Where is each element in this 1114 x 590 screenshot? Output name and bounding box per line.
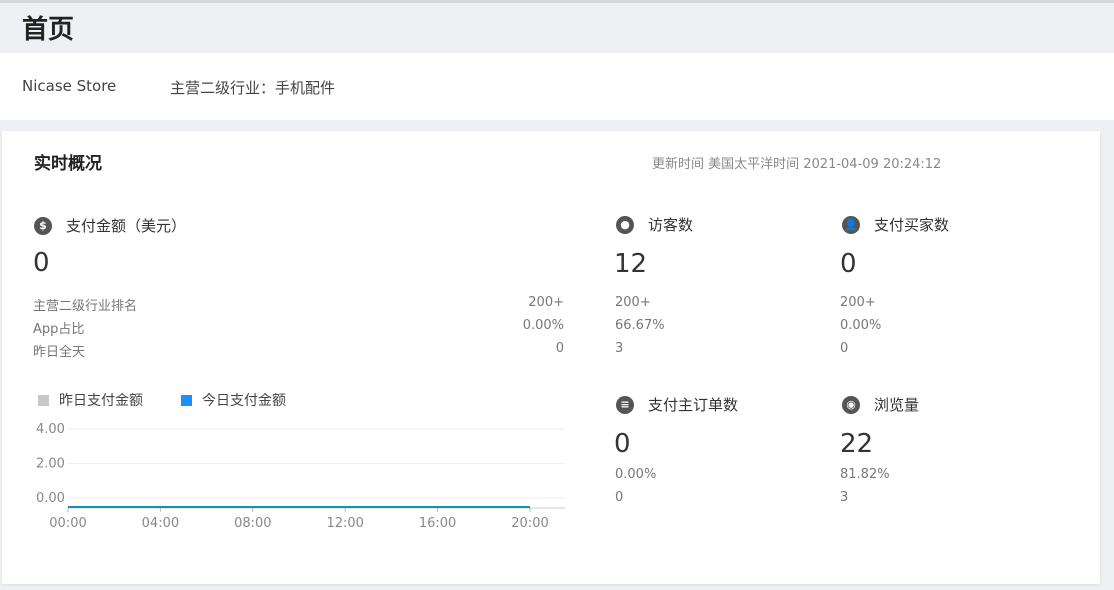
x-tick-label: 12:00: [326, 516, 363, 531]
orders-stat-share: 0.00%: [615, 467, 657, 482]
payment-trend-chart: 4.00 2.00 0.00 00:00 04:00 08:00 12:00 16:00 20:…: [36, 422, 565, 531]
eye-icon: ◉: [842, 395, 860, 414]
update-time: 更新时间 美国太平洋时间 2021-04-09 20:24:12: [652, 157, 942, 172]
page-header: 首页: [0, 3, 1114, 53]
pageviews-stat-yesterday: 3: [840, 490, 849, 505]
visitors-label: 访客数: [648, 216, 694, 234]
y-tick-label: 4.00: [36, 422, 65, 437]
buyers-stat-yesterday: 0: [840, 341, 849, 356]
users-icon: 👤: [842, 215, 860, 234]
orders-value: 0: [614, 429, 631, 459]
page-title: 首页: [22, 15, 75, 45]
x-tick-label: 20:00: [511, 516, 548, 531]
buyers-stat-rank: 200+: [840, 295, 876, 310]
visitors-metric-header: ● 访客数: [616, 214, 693, 235]
pageviews-metric-header: ◉ 浏览量: [842, 394, 919, 415]
pageviews-value: 22: [840, 429, 874, 459]
visitors-stat-rank: 200+: [615, 295, 651, 310]
x-tick-label: 04:00: [142, 516, 179, 531]
visitors-stat-yesterday: 3: [615, 341, 624, 356]
pageviews-label: 浏览量: [874, 396, 920, 414]
realtime-overview-card: 实时概况 更新时间 美国太平洋时间 2021-04-09 20:24:12 $ …: [2, 131, 1100, 584]
pageviews-stat-share: 81.82%: [840, 467, 890, 482]
orders-stat-yesterday: 0: [615, 490, 624, 505]
x-tick-label: 16:00: [419, 516, 456, 531]
x-tick-label: 08:00: [234, 516, 271, 531]
buyers-value: 0: [840, 249, 857, 279]
store-name: Nicase Store: [22, 77, 117, 95]
y-tick-label: 0.00: [36, 491, 65, 506]
x-tick-label: 00:00: [49, 516, 86, 531]
buyers-stat-share: 0.00%: [840, 318, 882, 333]
y-tick-label: 2.00: [36, 457, 65, 472]
buyers-metric-header: 👤 支付买家数: [842, 214, 949, 235]
buyers-label: 支付买家数: [874, 216, 950, 234]
order-icon: ≡: [616, 395, 634, 414]
orders-label: 支付主订单数: [648, 396, 739, 414]
visitors-value: 12: [614, 249, 648, 279]
visitors-stat-share: 66.67%: [615, 318, 665, 333]
orders-metric-header: ≡ 支付主订单数: [616, 394, 738, 415]
store-industry: 主营二级行业：手机配件: [170, 79, 336, 97]
store-info-bar: Nicase Store 主营二级行业：手机配件: [0, 53, 1114, 120]
footprint-icon: ●: [616, 215, 634, 234]
